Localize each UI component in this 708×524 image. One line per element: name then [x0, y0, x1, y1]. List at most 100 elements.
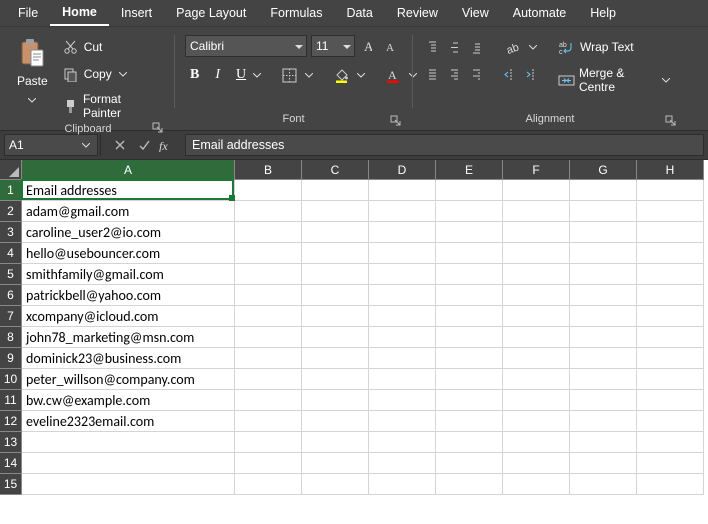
column-header[interactable]: C — [302, 160, 369, 180]
align-bottom-icon[interactable] — [467, 38, 485, 56]
cell[interactable] — [637, 243, 704, 264]
cell[interactable] — [436, 474, 503, 495]
cell[interactable] — [302, 327, 369, 348]
cell[interactable] — [235, 264, 302, 285]
cell[interactable] — [570, 327, 637, 348]
decrease-indent-icon[interactable] — [499, 65, 517, 83]
cell[interactable] — [436, 348, 503, 369]
cell[interactable] — [503, 201, 570, 222]
dialog-launcher-icon[interactable] — [152, 122, 164, 134]
cut-button[interactable]: Cut — [57, 35, 164, 59]
cell[interactable]: adam@gmail.com — [22, 201, 235, 222]
cell[interactable] — [503, 306, 570, 327]
cell[interactable]: hello@usebouncer.com — [22, 243, 235, 264]
chevron-down-icon[interactable] — [25, 93, 39, 107]
cell[interactable] — [503, 474, 570, 495]
menu-tab-page-layout[interactable]: Page Layout — [164, 1, 258, 25]
cell[interactable]: Email addresses — [22, 180, 235, 201]
cell[interactable] — [503, 390, 570, 411]
cell[interactable] — [369, 222, 436, 243]
underline-button[interactable]: U — [231, 64, 269, 86]
cell[interactable] — [369, 411, 436, 432]
cell[interactable] — [570, 411, 637, 432]
cell[interactable] — [570, 222, 637, 243]
cell[interactable] — [302, 474, 369, 495]
cell[interactable] — [235, 222, 302, 243]
cell[interactable] — [235, 432, 302, 453]
cell[interactable] — [369, 243, 436, 264]
increase-font-icon[interactable]: A — [359, 37, 377, 55]
increase-indent-icon[interactable] — [521, 65, 539, 83]
select-all-corner[interactable] — [0, 160, 22, 180]
cell[interactable] — [570, 243, 637, 264]
cell[interactable] — [503, 327, 570, 348]
cell[interactable] — [302, 264, 369, 285]
cell[interactable] — [369, 390, 436, 411]
cell[interactable] — [570, 201, 637, 222]
row-header[interactable]: 7 — [0, 306, 22, 327]
cell[interactable] — [369, 264, 436, 285]
menu-tab-insert[interactable]: Insert — [109, 1, 164, 25]
dialog-launcher-icon[interactable] — [390, 115, 402, 127]
align-right-icon[interactable] — [467, 65, 485, 83]
row-header[interactable]: 13 — [0, 432, 22, 453]
cell[interactable] — [503, 348, 570, 369]
column-header[interactable]: F — [503, 160, 570, 180]
cell[interactable] — [235, 243, 302, 264]
cell[interactable] — [369, 474, 436, 495]
cell[interactable] — [637, 453, 704, 474]
paste-button[interactable]: Paste — [12, 71, 53, 91]
row-header[interactable]: 2 — [0, 201, 22, 222]
cell[interactable]: dominick23@business.com — [22, 348, 235, 369]
font-size-select[interactable]: 11 — [311, 35, 355, 57]
borders-button[interactable] — [275, 63, 321, 87]
column-header[interactable]: B — [235, 160, 302, 180]
align-center-icon[interactable] — [445, 65, 463, 83]
cell[interactable] — [436, 411, 503, 432]
cell[interactable] — [302, 285, 369, 306]
cell[interactable] — [302, 201, 369, 222]
cell[interactable] — [436, 453, 503, 474]
cell[interactable] — [302, 180, 369, 201]
fill-color-button[interactable] — [327, 63, 373, 87]
cell[interactable] — [369, 453, 436, 474]
cell[interactable]: john78_marketing@msn.com — [22, 327, 235, 348]
cell[interactable] — [570, 474, 637, 495]
bold-button[interactable]: B — [185, 64, 204, 86]
font-name-select[interactable]: Calibri — [185, 35, 307, 57]
row-header[interactable]: 1 — [0, 180, 22, 201]
cell[interactable] — [637, 285, 704, 306]
cell[interactable]: smithfamily@gmail.com — [22, 264, 235, 285]
cell[interactable]: xcompany@icloud.com — [22, 306, 235, 327]
cell[interactable] — [235, 285, 302, 306]
cell[interactable] — [637, 474, 704, 495]
cell[interactable] — [436, 180, 503, 201]
cell[interactable] — [637, 201, 704, 222]
cell[interactable] — [235, 390, 302, 411]
align-middle-icon[interactable] — [445, 38, 463, 56]
cell[interactable] — [503, 243, 570, 264]
cell[interactable] — [503, 369, 570, 390]
cell[interactable] — [637, 348, 704, 369]
row-header[interactable]: 8 — [0, 327, 22, 348]
decrease-font-icon[interactable]: A — [381, 37, 399, 55]
cell[interactable] — [235, 180, 302, 201]
cell[interactable] — [637, 180, 704, 201]
cell[interactable] — [235, 411, 302, 432]
column-header[interactable]: E — [436, 160, 503, 180]
menu-tab-home[interactable]: Home — [50, 0, 109, 26]
column-header[interactable]: D — [369, 160, 436, 180]
row-header[interactable]: 3 — [0, 222, 22, 243]
cell[interactable] — [369, 180, 436, 201]
cell[interactable] — [503, 453, 570, 474]
cell[interactable] — [22, 474, 235, 495]
orientation-button[interactable]: ab — [499, 35, 545, 59]
formula-input[interactable] — [185, 134, 704, 156]
menu-tab-review[interactable]: Review — [385, 1, 450, 25]
cancel-icon[interactable] — [111, 136, 129, 154]
menu-tab-file[interactable]: File — [6, 1, 50, 25]
cell[interactable] — [637, 411, 704, 432]
row-header[interactable]: 15 — [0, 474, 22, 495]
dialog-launcher-icon[interactable] — [665, 115, 677, 127]
column-header[interactable]: G — [570, 160, 637, 180]
